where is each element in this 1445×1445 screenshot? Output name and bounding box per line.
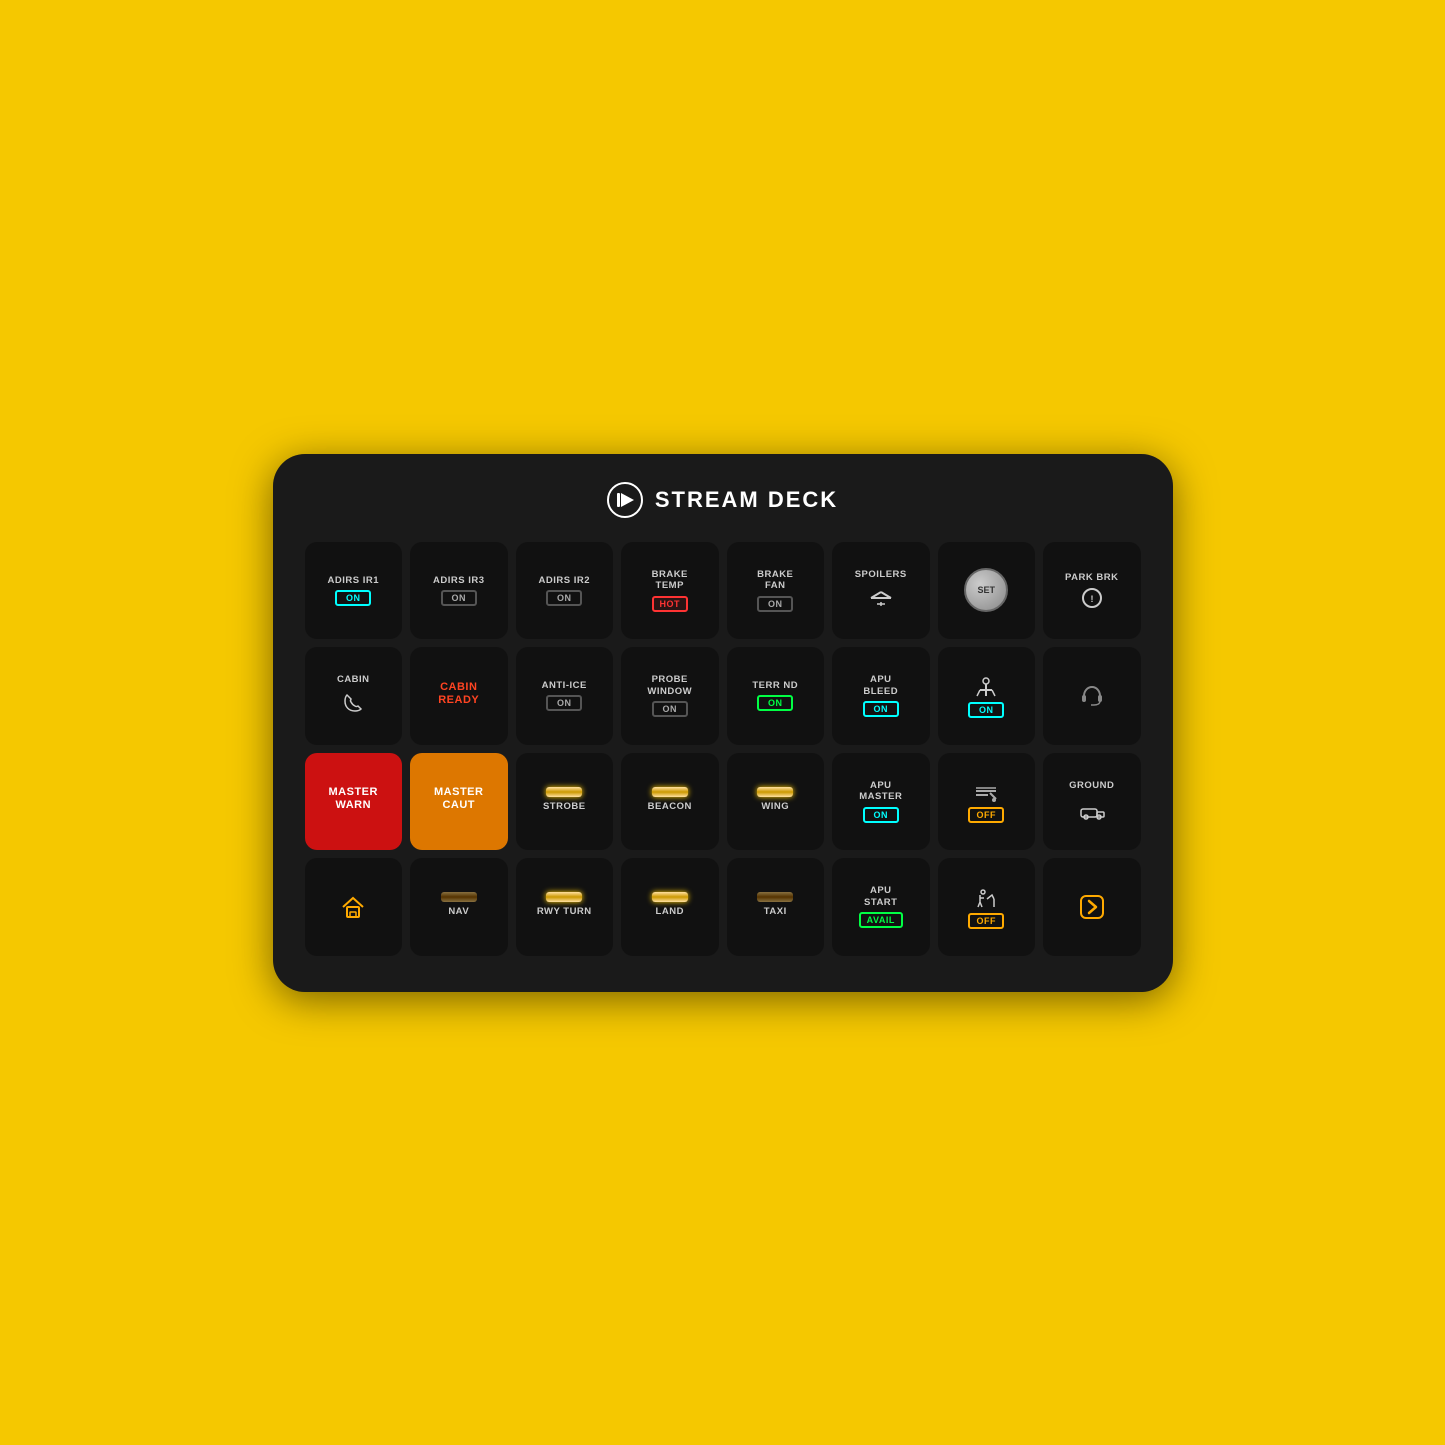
headset-button[interactable] — [1043, 647, 1141, 745]
next-page-button[interactable] — [1043, 858, 1141, 956]
terr-nd-status: ON — [757, 695, 793, 711]
nav-button[interactable]: NAV — [410, 858, 508, 956]
smoke-det-button[interactable]: OFF — [938, 753, 1036, 851]
probe-window-button[interactable]: PROBEWINDOW ON — [621, 647, 719, 745]
adirs-ir2-status: ON — [546, 590, 582, 606]
stream-deck-logo-icon — [607, 482, 643, 518]
taxi-button[interactable]: TAXI — [727, 858, 825, 956]
adirs-ir1-button[interactable]: ADIRS IR1 ON — [305, 542, 403, 640]
spoilers-button[interactable]: SPOILERS — [832, 542, 930, 640]
adirs-ir3-status: ON — [441, 590, 477, 606]
deck-header: STREAM DECK — [305, 482, 1141, 518]
home-icon — [339, 893, 367, 921]
cabin-ready-button[interactable]: CABINREADY — [410, 647, 508, 745]
rwy-turn-light-icon — [546, 892, 582, 902]
park-brk-button[interactable]: PARK BRK ! — [1043, 542, 1141, 640]
cabin-button[interactable]: CABIN — [305, 647, 403, 745]
button-grid: ADIRS IR1 ON ADIRS IR3 ON ADIRS IR2 ON B… — [305, 542, 1141, 956]
master-caut-button[interactable]: MASTERCAUT — [410, 753, 508, 851]
anti-ice-button[interactable]: ANTI-ICE ON — [516, 647, 614, 745]
probe-window-status: ON — [652, 701, 688, 717]
rwy-turn-button[interactable]: RWY TURN — [516, 858, 614, 956]
exit-sign-status: OFF — [968, 913, 1004, 929]
apu-start-button[interactable]: APUSTART AVAIL — [832, 858, 930, 956]
seatbelt-button[interactable]: ON — [938, 647, 1036, 745]
terr-nd-button[interactable]: TERR ND ON — [727, 647, 825, 745]
smoke-det-status: OFF — [968, 807, 1004, 823]
brake-temp-status: HOT — [652, 596, 689, 612]
app-title: STREAM DECK — [655, 487, 838, 513]
land-light-icon — [652, 892, 688, 902]
adirs-ir2-button[interactable]: ADIRS IR2 ON — [516, 542, 614, 640]
beacon-light-icon — [652, 787, 688, 797]
nav-light-icon — [441, 892, 477, 902]
apu-start-status: AVAIL — [859, 912, 903, 928]
exit-sign-button[interactable]: OFF — [938, 858, 1036, 956]
set-knob-button[interactable]: SET — [938, 542, 1036, 640]
apu-master-button[interactable]: APUMASTER ON — [832, 753, 930, 851]
spoilers-icon — [867, 584, 895, 612]
headset-icon — [1078, 682, 1106, 710]
brake-fan-button[interactable]: BRAKEFAN ON — [727, 542, 825, 640]
seatbelt-icon — [972, 674, 1000, 702]
land-button[interactable]: LAND — [621, 858, 719, 956]
strobe-button[interactable]: STROBE — [516, 753, 614, 851]
cabin-phone-icon — [339, 689, 367, 717]
adirs-ir3-button[interactable]: ADIRS IR3 ON — [410, 542, 508, 640]
adirs-ir1-status: ON — [335, 590, 371, 606]
wing-button[interactable]: WING — [727, 753, 825, 851]
apu-bleed-status: ON — [863, 701, 899, 717]
strobe-light-icon — [546, 787, 582, 797]
apu-master-status: ON — [863, 807, 899, 823]
chevron-right-icon — [1078, 893, 1106, 921]
wing-light-icon — [757, 787, 793, 797]
taxi-light-icon — [757, 892, 793, 902]
apu-bleed-button[interactable]: APUBLEED ON — [832, 647, 930, 745]
ground-truck-icon — [1078, 795, 1106, 823]
park-brk-icon: ! — [1081, 587, 1103, 609]
exit-sign-icon — [972, 885, 1000, 913]
stream-deck-device: STREAM DECK ADIRS IR1 ON ADIRS IR3 ON AD… — [273, 454, 1173, 992]
svg-text:!: ! — [1090, 594, 1093, 604]
smoke-det-icon — [972, 779, 1000, 807]
ground-button[interactable]: GROUND — [1043, 753, 1141, 851]
seatbelt-status: ON — [968, 702, 1004, 718]
set-knob: SET — [964, 568, 1008, 612]
anti-ice-status: ON — [546, 695, 582, 711]
brake-fan-status: ON — [757, 596, 793, 612]
home-button[interactable] — [305, 858, 403, 956]
beacon-button[interactable]: BEACON — [621, 753, 719, 851]
brake-temp-button[interactable]: BRAKETEMP HOT — [621, 542, 719, 640]
master-warn-button[interactable]: MASTERWARN — [305, 753, 403, 851]
